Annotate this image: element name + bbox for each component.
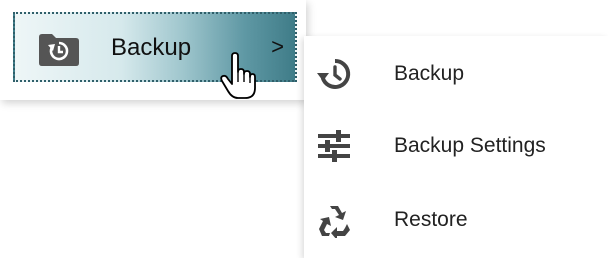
submenu-item-restore[interactable]: Restore: [304, 192, 608, 248]
submenu: Backup Backup Settings Restore: [304, 36, 608, 258]
hand-cursor-icon: [220, 52, 256, 100]
sliders-icon: [316, 128, 352, 164]
submenu-item-label: Backup Settings: [394, 134, 546, 157]
folder-restore-icon: [37, 31, 81, 67]
submenu-item-label: Restore: [394, 208, 468, 231]
submenu-item-label: Backup: [394, 62, 465, 85]
submenu-item-backup-settings[interactable]: Backup Settings: [304, 118, 608, 174]
history-icon: [316, 56, 352, 92]
context-menu: Backup >: [0, 0, 306, 100]
chevron-right-icon: >: [271, 36, 285, 61]
menu-item-label: Backup: [111, 34, 192, 61]
submenu-item-backup[interactable]: Backup: [304, 46, 608, 102]
recycle-icon: [316, 202, 352, 240]
